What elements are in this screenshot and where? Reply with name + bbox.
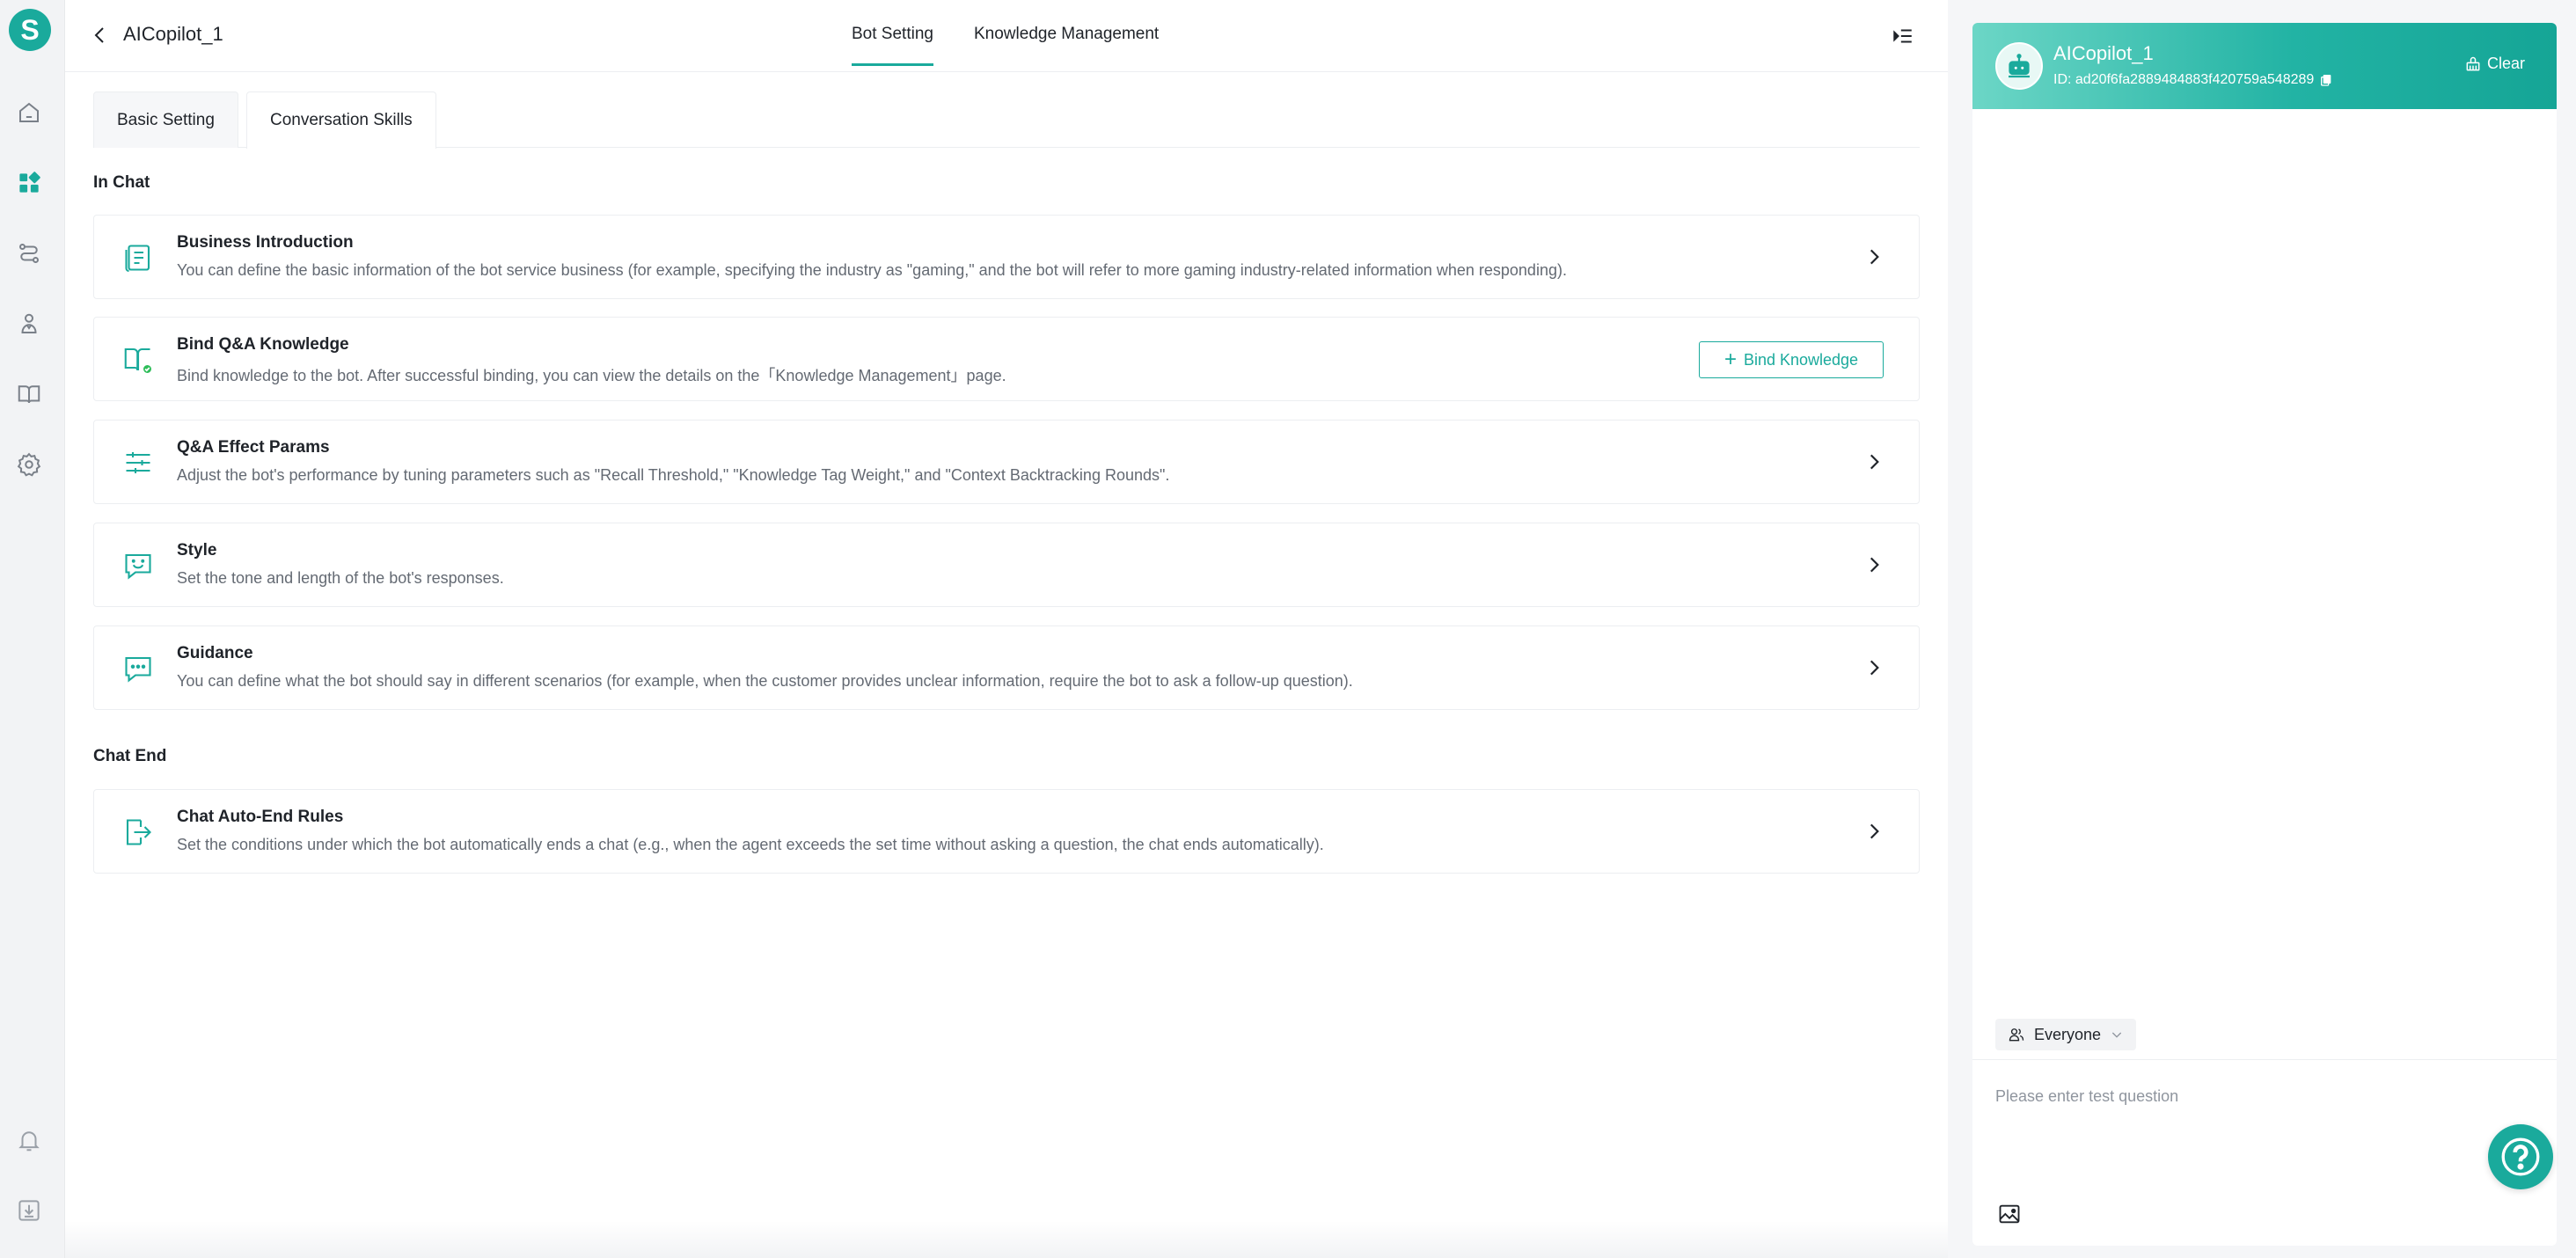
card-title: Guidance (177, 644, 253, 662)
bind-knowledge-label: Bind Knowledge (1743, 350, 1859, 369)
image-upload-icon[interactable] (1997, 1202, 2022, 1226)
chat-bot-name: AICopilot_1 (2053, 42, 2154, 64)
card-title: Bind Q&A Knowledge (177, 335, 349, 354)
copy-icon[interactable] (2319, 73, 2333, 87)
sliders-icon (126, 452, 150, 473)
card-title: Business Introduction (177, 233, 354, 252)
test-question-input[interactable] (1995, 1079, 2523, 1114)
document-icon (125, 245, 150, 273)
card-style[interactable]: Style Set the tone and length of the bot… (93, 523, 1920, 607)
card-description: Set the conditions under which the bot a… (177, 836, 1324, 853)
card-chat-auto-end-rules[interactable]: Chat Auto-End Rules Set the conditions u… (93, 789, 1920, 874)
download-icon[interactable] (13, 1195, 45, 1226)
chevron-right-icon[interactable] (1862, 450, 1885, 473)
route-icon[interactable] (13, 238, 45, 269)
gear-icon[interactable] (13, 449, 45, 480)
bottom-fade (65, 1221, 1948, 1258)
robot-icon (2009, 54, 2030, 78)
chat-dots-icon (125, 656, 151, 683)
audience-select[interactable]: Everyone (1995, 1019, 2137, 1050)
back-arrow-icon[interactable] (90, 25, 111, 46)
card-title: Style (177, 541, 217, 560)
chat-panel-header: AICopilot_1 ID: ad20f6fa2889484883f42075… (1972, 23, 2557, 109)
exit-icon (126, 819, 151, 845)
plus-icon: + (1723, 347, 1737, 371)
card-title: Chat Auto-End Rules (177, 808, 344, 826)
app-logo[interactable]: S (9, 9, 51, 51)
people-icon (2009, 1028, 2024, 1042)
chat-input-divider (1972, 1059, 2557, 1060)
clear-button[interactable]: Clear (2464, 55, 2525, 73)
book-check-icon (124, 347, 153, 375)
subtab-basic-setting[interactable]: Basic Setting (93, 91, 238, 148)
card-guidance[interactable]: Guidance You can define what the bot sho… (93, 625, 1920, 710)
page-title: AICopilot_1 (123, 23, 223, 45)
sub-tabs: Basic Setting Conversation Skills (93, 91, 1920, 149)
card-qa-effect-params[interactable]: Q&A Effect Params Adjust the bot's perfo… (93, 420, 1920, 504)
card-description: Adjust the bot's performance by tuning p… (177, 466, 1170, 484)
section-title-in-chat: In Chat (93, 173, 150, 192)
chevron-right-icon[interactable] (1862, 656, 1885, 679)
card-description: Bind knowledge to the bot. After success… (177, 367, 1006, 384)
card-title: Q&A Effect Params (177, 438, 330, 457)
clear-icon (2466, 56, 2480, 70)
people-icon[interactable] (13, 308, 45, 340)
card-business-introduction[interactable]: Business Introduction You can define the… (93, 215, 1920, 299)
bot-avatar (1995, 42, 2043, 90)
clear-label: Clear (2486, 55, 2525, 72)
chevron-right-icon[interactable] (1862, 553, 1885, 576)
chevron-right-icon[interactable] (1862, 245, 1885, 268)
collapse-panel-icon[interactable] (1892, 25, 1914, 48)
top-header: AICopilot_1 Bot Setting Knowledge Manage… (65, 0, 1948, 72)
chevron-down-icon (2111, 1032, 2122, 1038)
bind-knowledge-button[interactable]: + Bind Knowledge (1699, 341, 1884, 378)
tab-knowledge-management[interactable]: Knowledge Management (974, 25, 1159, 65)
card-description: You can define the basic information of … (177, 261, 1567, 279)
chevron-right-icon[interactable] (1862, 820, 1885, 843)
section-title-chat-end: Chat End (93, 747, 167, 765)
home-icon[interactable] (13, 97, 45, 128)
bell-icon[interactable] (13, 1124, 45, 1156)
chat-bot-id: ID: ad20f6fa2889484883f420759a548289 (2053, 72, 2333, 88)
question-icon (2501, 1137, 2540, 1176)
book-icon[interactable] (13, 378, 45, 410)
card-bind-qa-knowledge: Bind Q&A Knowledge Bind knowledge to the… (93, 317, 1920, 401)
subtab-conversation-skills[interactable]: Conversation Skills (246, 91, 436, 149)
bot-id-text: ID: ad20f6fa2889484883f420759a548289 (2053, 72, 2315, 87)
smile-chat-icon (125, 553, 151, 580)
test-chat-panel: AICopilot_1 ID: ad20f6fa2889484883f42075… (1972, 23, 2557, 1246)
audience-value: Everyone (2034, 1025, 2102, 1043)
help-button[interactable] (2488, 1124, 2553, 1189)
card-description: Set the tone and length of the bot's res… (177, 569, 504, 587)
tab-bot-setting[interactable]: Bot Setting (852, 25, 933, 66)
card-description: You can define what the bot should say i… (177, 672, 1353, 690)
left-rail: S (0, 0, 65, 1258)
apps-icon[interactable] (13, 167, 45, 199)
